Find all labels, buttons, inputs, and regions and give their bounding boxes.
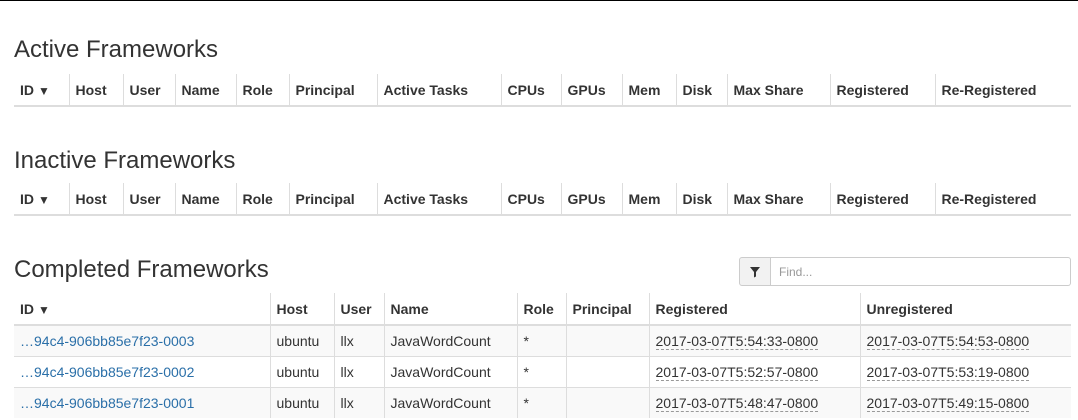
col-header-user[interactable]: User <box>122 74 175 106</box>
col-header-max-share[interactable]: Max Share <box>726 183 830 215</box>
col-header-registered[interactable]: Registered <box>829 183 935 215</box>
inactive-frameworks-table: ID ▼ Host User Name Role Principal Active… <box>14 183 1071 216</box>
registered-timestamp[interactable]: 2017-03-07T5:52:57-0800 <box>655 364 819 381</box>
filter-group <box>739 257 1071 286</box>
registered-cell: 2017-03-07T5:54:33-0800 <box>648 324 860 357</box>
name-cell: JavaWordCount <box>383 356 517 388</box>
col-header-id[interactable]: ID ▼ <box>14 74 69 106</box>
col-header-registered[interactable]: Registered <box>648 293 860 325</box>
col-header-disk[interactable]: Disk <box>675 74 727 106</box>
col-header-host[interactable]: Host <box>68 74 123 106</box>
unregistered-cell: 2017-03-07T5:49:15-0800 <box>859 387 1071 418</box>
table-row: …94c4-906bb85e7f23-0002 ubuntu llx JavaW… <box>14 356 1071 388</box>
principal-cell <box>565 356 649 388</box>
active-frameworks-title: Active Frameworks <box>14 36 219 63</box>
inactive-frameworks-title: Inactive Frameworks <box>14 147 236 174</box>
inactive-header-row: ID ▼ Host User Name Role Principal Active… <box>14 183 1071 215</box>
role-cell: * <box>516 356 566 388</box>
active-frameworks-table: ID ▼ Host User Name Role Principal Active… <box>14 74 1071 107</box>
table-row: …94c4-906bb85e7f23-0003 ubuntu llx JavaW… <box>14 324 1071 357</box>
sort-down-icon: ▼ <box>38 83 50 98</box>
col-header-cpus[interactable]: CPUs <box>500 74 561 106</box>
host-cell: ubuntu <box>269 356 334 388</box>
completed-header-row: ID ▼ Host User Name Role Principal Regist… <box>14 293 1071 325</box>
col-header-active-tasks[interactable]: Active Tasks <box>376 183 501 215</box>
col-header-host[interactable]: Host <box>68 183 123 215</box>
framework-id-cell: …94c4-906bb85e7f23-0003 <box>14 324 270 357</box>
sort-down-icon: ▼ <box>38 192 50 207</box>
find-input[interactable] <box>771 257 1071 286</box>
col-header-principal[interactable]: Principal <box>288 183 377 215</box>
name-cell: JavaWordCount <box>383 387 517 418</box>
col-header-name[interactable]: Name <box>383 293 517 325</box>
col-header-name[interactable]: Name <box>174 74 236 106</box>
framework-id-link[interactable]: …94c4-906bb85e7f23-0001 <box>20 395 194 411</box>
col-header-unregistered[interactable]: Unregistered <box>859 293 1071 325</box>
col-header-principal[interactable]: Principal <box>565 293 649 325</box>
col-header-max-share[interactable]: Max Share <box>726 74 830 106</box>
unregistered-timestamp[interactable]: 2017-03-07T5:54:53-0800 <box>866 333 1030 350</box>
framework-id-cell: …94c4-906bb85e7f23-0001 <box>14 387 270 418</box>
unregistered-timestamp[interactable]: 2017-03-07T5:53:19-0800 <box>866 364 1030 381</box>
sort-down-icon: ▼ <box>38 302 50 317</box>
role-cell: * <box>516 387 566 418</box>
principal-cell <box>565 387 649 418</box>
registered-cell: 2017-03-07T5:48:47-0800 <box>648 387 860 418</box>
completed-frameworks-table: ID ▼ Host User Name Role Principal Regist… <box>14 293 1071 418</box>
framework-id-link[interactable]: …94c4-906bb85e7f23-0002 <box>20 364 194 380</box>
col-header-role[interactable]: Role <box>235 74 289 106</box>
framework-id-link[interactable]: …94c4-906bb85e7f23-0003 <box>20 333 194 349</box>
registered-timestamp[interactable]: 2017-03-07T5:54:33-0800 <box>655 333 819 350</box>
completed-frameworks-title: Completed Frameworks <box>14 256 269 283</box>
col-header-cpus[interactable]: CPUs <box>500 183 561 215</box>
col-header-gpus[interactable]: GPUs <box>560 74 622 106</box>
table-row: …94c4-906bb85e7f23-0001 ubuntu llx JavaW… <box>14 387 1071 418</box>
col-header-mem[interactable]: Mem <box>621 183 676 215</box>
role-cell: * <box>516 324 566 357</box>
user-cell: llx <box>333 387 384 418</box>
framework-id-cell: …94c4-906bb85e7f23-0002 <box>14 356 270 388</box>
col-header-registered[interactable]: Registered <box>829 74 935 106</box>
name-cell: JavaWordCount <box>383 324 517 357</box>
unregistered-timestamp[interactable]: 2017-03-07T5:49:15-0800 <box>866 395 1030 412</box>
col-header-user[interactable]: User <box>122 183 175 215</box>
col-header-mem[interactable]: Mem <box>621 74 676 106</box>
col-header-re-registered[interactable]: Re-Registered <box>934 183 1071 215</box>
user-cell: llx <box>333 356 384 388</box>
col-header-gpus[interactable]: GPUs <box>560 183 622 215</box>
host-cell: ubuntu <box>269 387 334 418</box>
registered-timestamp[interactable]: 2017-03-07T5:48:47-0800 <box>655 395 819 412</box>
host-cell: ubuntu <box>269 324 334 357</box>
col-header-id[interactable]: ID ▼ <box>14 183 69 215</box>
filter-icon <box>750 266 760 277</box>
col-header-id[interactable]: ID ▼ <box>14 293 270 325</box>
active-header-row: ID ▼ Host User Name Role Principal Active… <box>14 74 1071 106</box>
unregistered-cell: 2017-03-07T5:53:19-0800 <box>859 356 1071 388</box>
user-cell: llx <box>333 324 384 357</box>
col-header-host[interactable]: Host <box>269 293 334 325</box>
filter-button[interactable] <box>739 257 771 286</box>
col-header-role[interactable]: Role <box>516 293 566 325</box>
top-border <box>0 0 1078 1</box>
registered-cell: 2017-03-07T5:52:57-0800 <box>648 356 860 388</box>
col-header-user[interactable]: User <box>333 293 384 325</box>
unregistered-cell: 2017-03-07T5:54:53-0800 <box>859 324 1071 357</box>
col-header-re-registered[interactable]: Re-Registered <box>934 74 1071 106</box>
col-header-principal[interactable]: Principal <box>288 74 377 106</box>
col-header-role[interactable]: Role <box>235 183 289 215</box>
principal-cell <box>565 324 649 357</box>
col-header-disk[interactable]: Disk <box>675 183 727 215</box>
col-header-name[interactable]: Name <box>174 183 236 215</box>
col-header-active-tasks[interactable]: Active Tasks <box>376 74 501 106</box>
